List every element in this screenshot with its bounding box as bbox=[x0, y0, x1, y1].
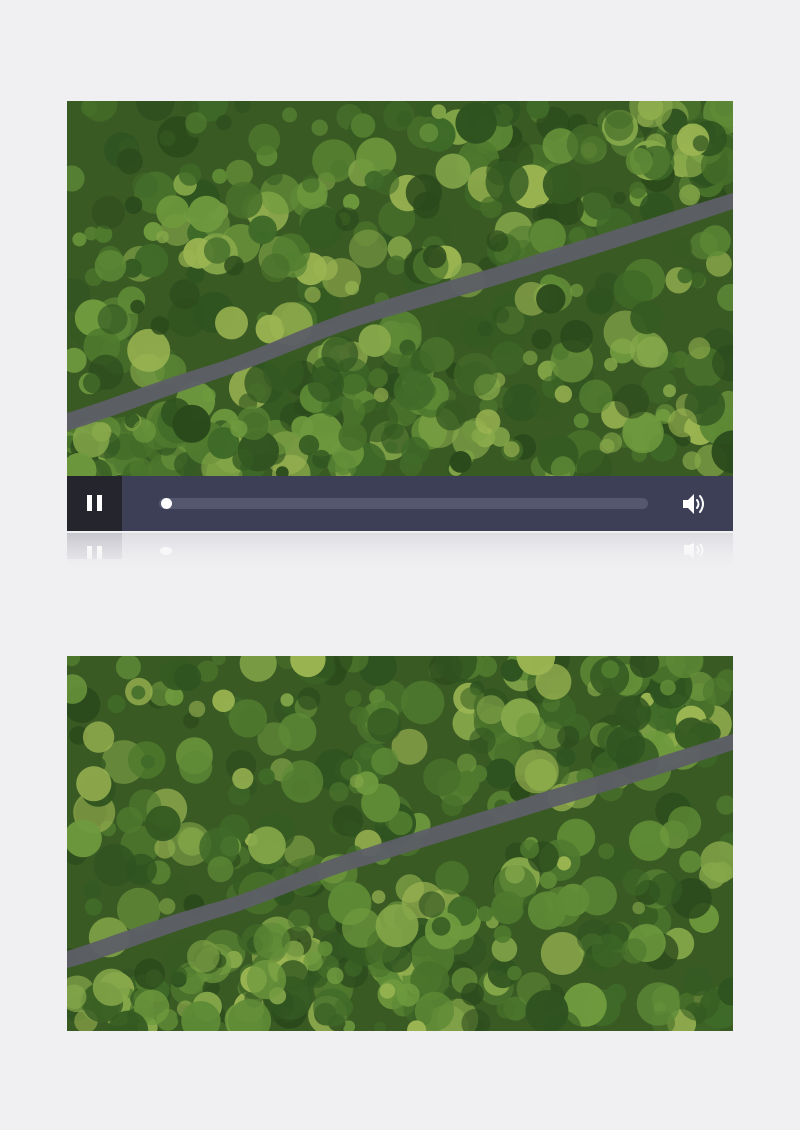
video-frame[interactable] bbox=[67, 101, 733, 476]
speaker-reflection-icon bbox=[684, 543, 704, 559]
preview-image-frame bbox=[67, 656, 733, 1031]
video-control-bar bbox=[67, 476, 733, 531]
aerial-forest-river-image bbox=[67, 101, 733, 476]
progress-handle[interactable] bbox=[161, 498, 172, 509]
aerial-forest-river-image bbox=[67, 656, 733, 1031]
pause-button[interactable] bbox=[67, 476, 122, 531]
volume-button[interactable] bbox=[680, 490, 708, 518]
pause-icon bbox=[87, 495, 92, 511]
progress-bar[interactable] bbox=[159, 498, 648, 509]
speaker-volume-icon bbox=[683, 494, 704, 514]
control-bar-reflection bbox=[67, 533, 733, 573]
